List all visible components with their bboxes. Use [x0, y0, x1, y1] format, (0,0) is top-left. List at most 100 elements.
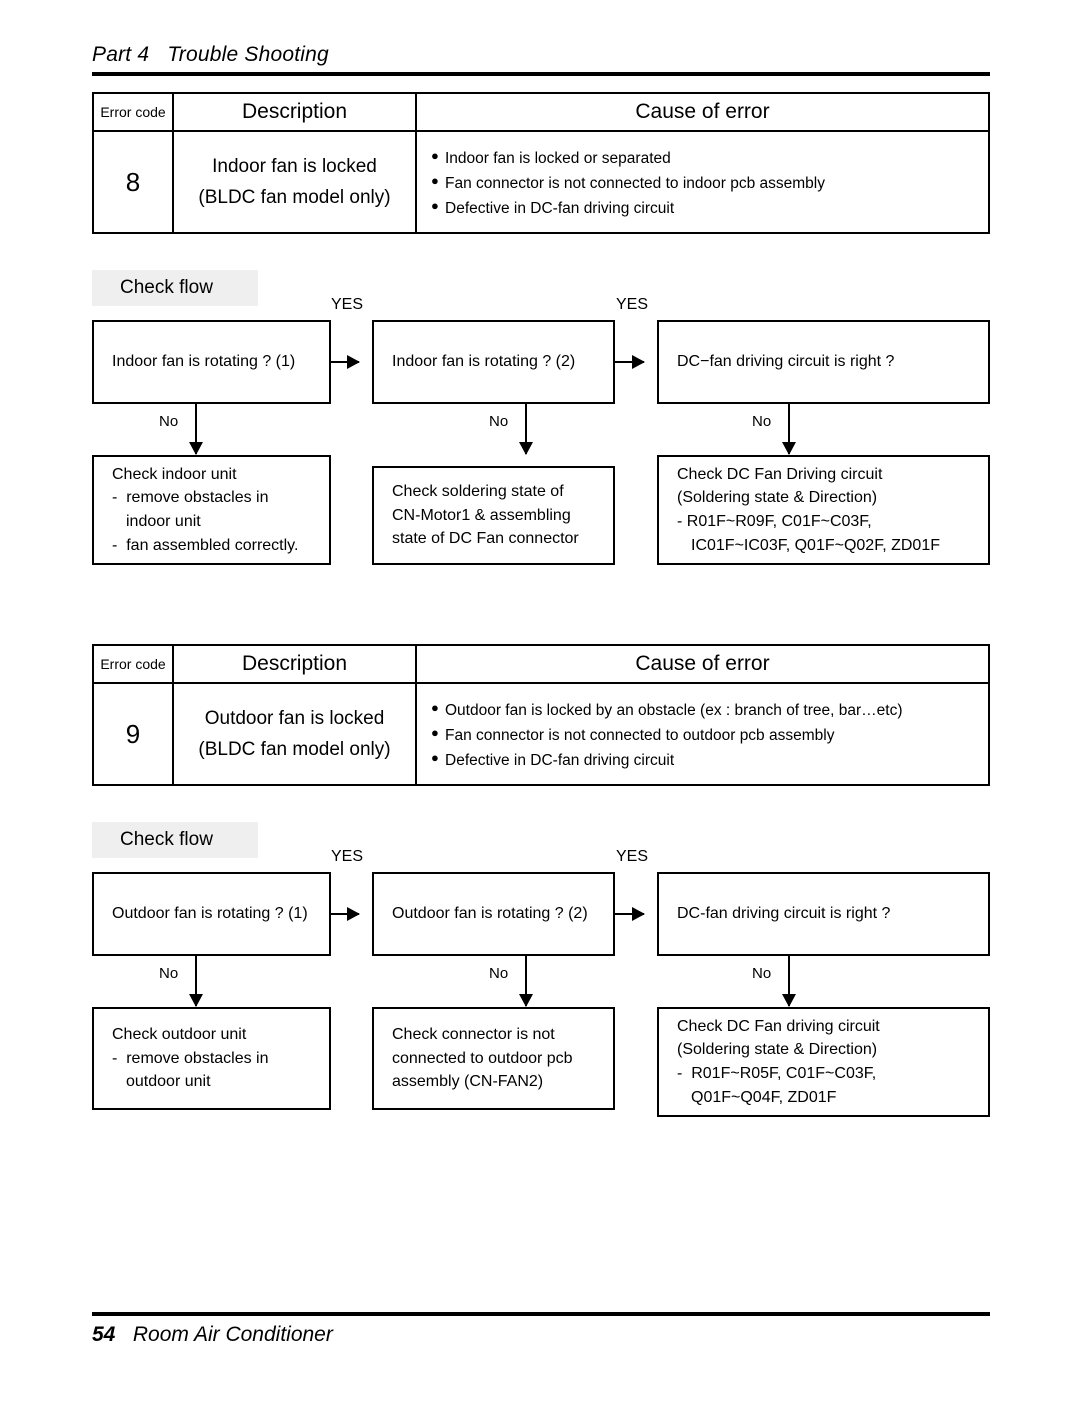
flow-box-line: - remove obstacles in — [112, 489, 269, 507]
flow-box-text: Outdoor fan is rotating ? (2) — [392, 905, 588, 923]
table-row: 9 Outdoor fan is locked (BLDC fan model … — [94, 684, 988, 784]
flow-box-question-2: Indoor fan is rotating ? (2) — [372, 320, 615, 404]
error-cause-list: ● Indoor fan is locked or separated ● Fan … — [417, 132, 988, 232]
flow-box-question-3: DC−fan driving circuit is right ? — [657, 320, 990, 404]
column-header-cause: Cause of error — [635, 100, 770, 123]
flow-box-text: DC-fan driving circuit is right ? — [677, 905, 891, 923]
arrow-down-3 — [782, 404, 796, 455]
arrow-down-3 — [782, 956, 796, 1007]
flow-box-line: Check outdoor unit — [112, 1025, 247, 1043]
arrow-right-2 — [615, 355, 645, 369]
flow-box-text: Outdoor fan is rotating ? (1) — [112, 905, 308, 923]
flow-box-action-3: Check DC Fan driving circuit (Soldering … — [657, 1007, 990, 1117]
book-title: Room Air Conditioner — [132, 1323, 333, 1346]
flow-box-line: Check DC Fan Driving circuit — [677, 465, 883, 483]
flow-box-line: CN-Motor1 & assembling — [392, 506, 571, 524]
error-code-value: 8 — [94, 132, 174, 232]
column-header-error-code: Error code — [94, 646, 174, 682]
arrow-down-1 — [189, 404, 203, 455]
arrow-down-2 — [519, 404, 533, 455]
description-line: (BLDC fan model only) — [198, 739, 391, 760]
bullet-icon: ● — [431, 148, 439, 163]
yes-label: YES — [616, 296, 649, 313]
flow-box-question-1: Indoor fan is rotating ? (1) — [92, 320, 331, 404]
bullet-icon: ● — [431, 750, 439, 766]
bullet-icon: ● — [431, 198, 439, 214]
column-header-description: Description — [174, 646, 417, 682]
table-header-row: Error code Description Cause of error — [94, 94, 988, 132]
flow-box-action-3: Check DC Fan Driving circuit (Soldering … — [657, 455, 990, 565]
cause-text: Fan connector is not connected to outdoo… — [445, 727, 835, 745]
no-label: No — [489, 413, 509, 430]
flow-box-line: Check DC Fan driving circuit — [677, 1017, 880, 1035]
footer-text: 54 Room Air Conditioner — [92, 1316, 990, 1347]
bullet-icon: ● — [431, 725, 439, 741]
flow-box-line: (Soldering state & Direction) — [677, 489, 878, 507]
flow-box-line: - R01F~R09F, C01F~C03F, — [677, 513, 872, 530]
running-head-rule — [92, 72, 990, 76]
flow-box-text: Indoor fan is rotating ? (1) — [112, 353, 296, 371]
flow-box-line: assembly (CN-FAN2) — [392, 1073, 544, 1091]
cause-item: ● Outdoor fan is locked by an obstacle (e… — [431, 698, 903, 723]
no-label: No — [752, 965, 772, 982]
flow-box-line: Q01F~Q04F, ZD01F — [691, 1088, 837, 1106]
cause-item: ● Fan connector is not connected to outdo… — [431, 723, 834, 748]
column-header-description: Description — [174, 94, 417, 130]
check-flow-text: Check flow — [120, 277, 213, 298]
flow-box-line: - remove obstacles in — [112, 1049, 269, 1067]
flow-box-line: IC01F~IC03F, Q01F~Q02F, ZD01F — [691, 536, 940, 554]
flow-box-line: - fan assembled correctly. — [112, 536, 299, 554]
error-cause-list: ● Outdoor fan is locked by an obstacle (e… — [417, 684, 988, 784]
flow-box-line: Check indoor unit — [112, 465, 237, 483]
cause-text: Defective in DC-fan driving circuit — [445, 752, 675, 770]
flow-box-question-3: DC-fan driving circuit is right ? — [657, 872, 990, 956]
running-head: Part 4 Trouble Shooting — [92, 43, 990, 76]
error-table-8: Error code Description Cause of error 8 … — [92, 92, 990, 234]
yes-label: YES — [616, 848, 649, 865]
cause-text: Defective in DC-fan driving circuit — [445, 200, 675, 218]
cause-text: Indoor fan is locked or separated — [445, 150, 671, 167]
description-line: Outdoor fan is locked — [204, 707, 385, 729]
no-label: No — [752, 413, 772, 430]
flow-box-question-2: Outdoor fan is rotating ? (2) — [372, 872, 615, 956]
column-header-error-code: Error code — [94, 94, 174, 130]
flow-box-action-2: Check soldering state of CN-Motor1 & ass… — [372, 466, 615, 565]
table-header-row: Error code Description Cause of error — [94, 646, 988, 684]
document-page: Part 4 Trouble Shooting Error code Descr… — [0, 0, 1080, 1405]
cause-item: ● Defective in DC-fan driving circuit — [431, 196, 674, 221]
arrow-right-2 — [615, 907, 645, 921]
flow-box-line: connected to outdoor pcb — [392, 1049, 573, 1067]
running-head-text: Part 4 Trouble Shooting — [92, 43, 329, 66]
arrow-right-1 — [331, 907, 360, 921]
arrow-right-1 — [331, 355, 360, 369]
flow-box-action-1: Check indoor unit - remove obstacles in … — [92, 455, 331, 565]
error-description: Indoor fan is locked (BLDC fan model onl… — [174, 132, 417, 232]
flow-box-action-2: Check connector is not connected to outd… — [372, 1007, 615, 1110]
cause-item: ● Defective in DC-fan driving circuit — [431, 748, 674, 773]
no-label: No — [159, 413, 179, 430]
description-line: (BLDC fan model only) — [198, 187, 391, 208]
flow-box-line: outdoor unit — [126, 1073, 211, 1091]
table-row: 8 Indoor fan is locked (BLDC fan model o… — [94, 132, 988, 232]
error-description: Outdoor fan is locked (BLDC fan model on… — [174, 684, 417, 784]
no-label: No — [489, 965, 509, 982]
yes-label: YES — [331, 296, 364, 313]
flow-box-line: indoor unit — [126, 513, 201, 530]
flow-box-line: (Soldering state & Direction) — [677, 1041, 878, 1059]
check-flow-text: Check flow — [120, 829, 213, 850]
flow-box-line: - R01F~R05F, C01F~C03F, — [677, 1065, 877, 1082]
page-footer: 54 Room Air Conditioner — [92, 1312, 990, 1347]
column-header-cause: Cause of error — [635, 652, 770, 675]
cause-text: Outdoor fan is locked by an obstacle (ex… — [445, 702, 903, 719]
flow-box-text: Indoor fan is rotating ? (2) — [392, 353, 576, 371]
check-flow-label-1: Check flow — [92, 270, 258, 306]
arrow-down-2 — [519, 956, 533, 1007]
cause-item: ● Indoor fan is locked or separated — [431, 146, 671, 171]
bullet-icon: ● — [431, 173, 439, 189]
error-table-9: Error code Description Cause of error 9 … — [92, 644, 990, 786]
cause-text: Fan connector is not connected to indoor… — [445, 175, 825, 193]
flow-box-line: state of DC Fan connector — [392, 530, 579, 548]
flow-box-text: DC−fan driving circuit is right ? — [677, 353, 895, 371]
no-label: No — [159, 965, 179, 982]
arrow-down-1 — [189, 956, 203, 1007]
